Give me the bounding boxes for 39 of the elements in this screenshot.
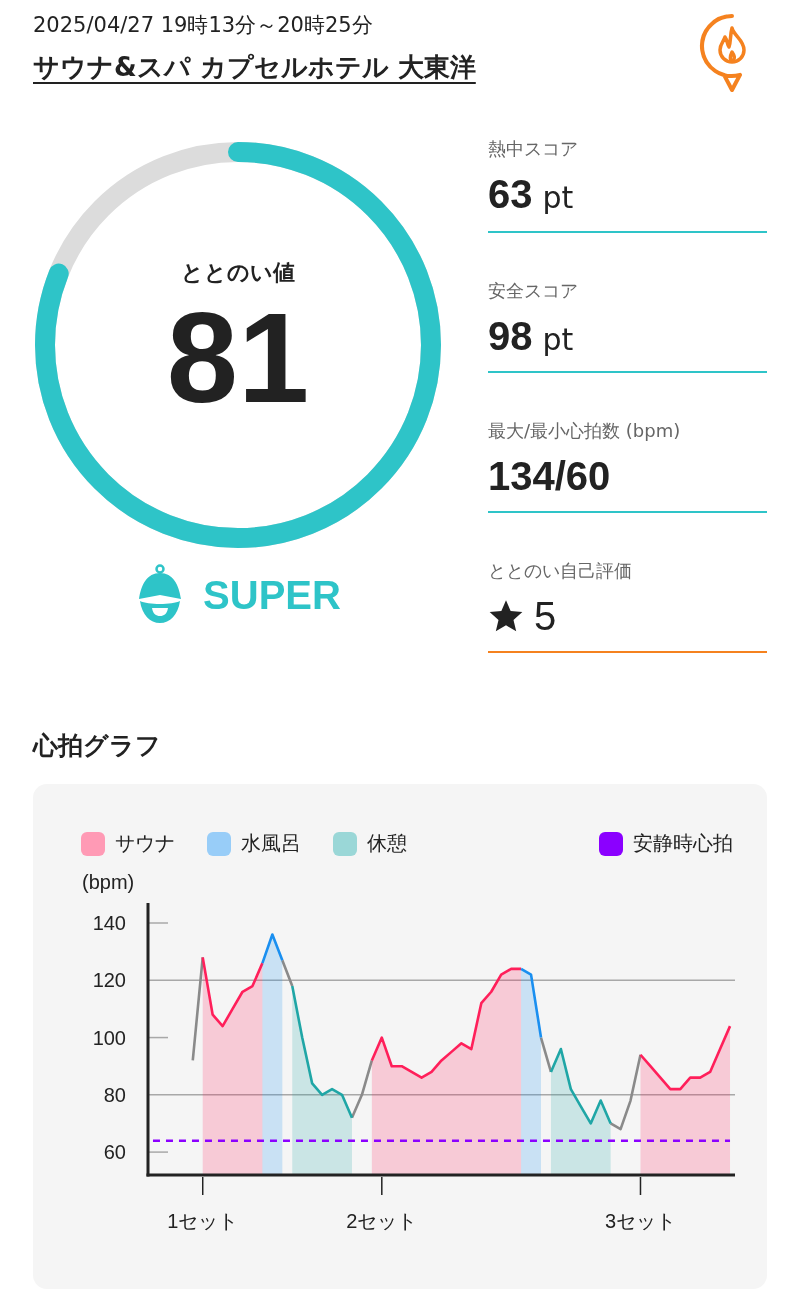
legend-label: 安静時心拍 [633, 830, 733, 857]
x-tick-label: 2セット [346, 1210, 418, 1232]
tick-mark [381, 1176, 383, 1196]
tick-mark [201, 1176, 204, 1196]
gauge-value: 81 [166, 288, 310, 428]
rating-value: 5 [534, 593, 557, 639]
y-tick-label: 100 [92, 1026, 126, 1049]
visit-datetime: 2025/04/27 19時13分～20時25分 [33, 12, 374, 39]
legend-swatch [333, 831, 357, 856]
legend-label: 水風呂 [241, 830, 301, 857]
legend-label: サウナ [115, 830, 175, 857]
y-tick-label: 80 [103, 1083, 126, 1106]
x-tick-label: 3セット [604, 1210, 677, 1232]
grid-line [147, 1036, 169, 1039]
grid-line [147, 1151, 169, 1153]
metric-value: 134/60 [488, 453, 611, 499]
metric-value: 63 [488, 171, 533, 217]
y-tick-label: 60 [103, 1141, 126, 1164]
legend-swatch [207, 831, 231, 856]
metric-label: 最大/最小心拍数 (bpm) [488, 419, 682, 443]
metric-label: ととのい自己評価 [488, 559, 633, 583]
metric-label: 安全スコア [488, 279, 579, 303]
tick-mark [639, 1176, 642, 1196]
x-tick-label: 1セット [167, 1210, 239, 1232]
section-title: 心拍グラフ [33, 730, 162, 762]
star-icon [488, 598, 524, 634]
metric-unit: pt [542, 180, 574, 215]
legend-swatch [81, 831, 105, 856]
grid-line [147, 922, 169, 924]
metric-label: 熱中スコア [488, 137, 579, 161]
gauge-label: ととのい値 [181, 259, 295, 287]
metric-value: 98 [488, 313, 533, 359]
y-tick-label: 120 [92, 969, 126, 992]
axis-unit-label: (bpm) [82, 871, 135, 893]
metric-unit: pt [542, 322, 574, 357]
facility-link[interactable]: サウナ&スパ カプセルホテル 大東洋 [33, 50, 476, 85]
legend-label: 休憩 [367, 830, 407, 857]
rank-label: SUPER [203, 572, 341, 618]
y-tick-label: 140 [92, 912, 126, 935]
